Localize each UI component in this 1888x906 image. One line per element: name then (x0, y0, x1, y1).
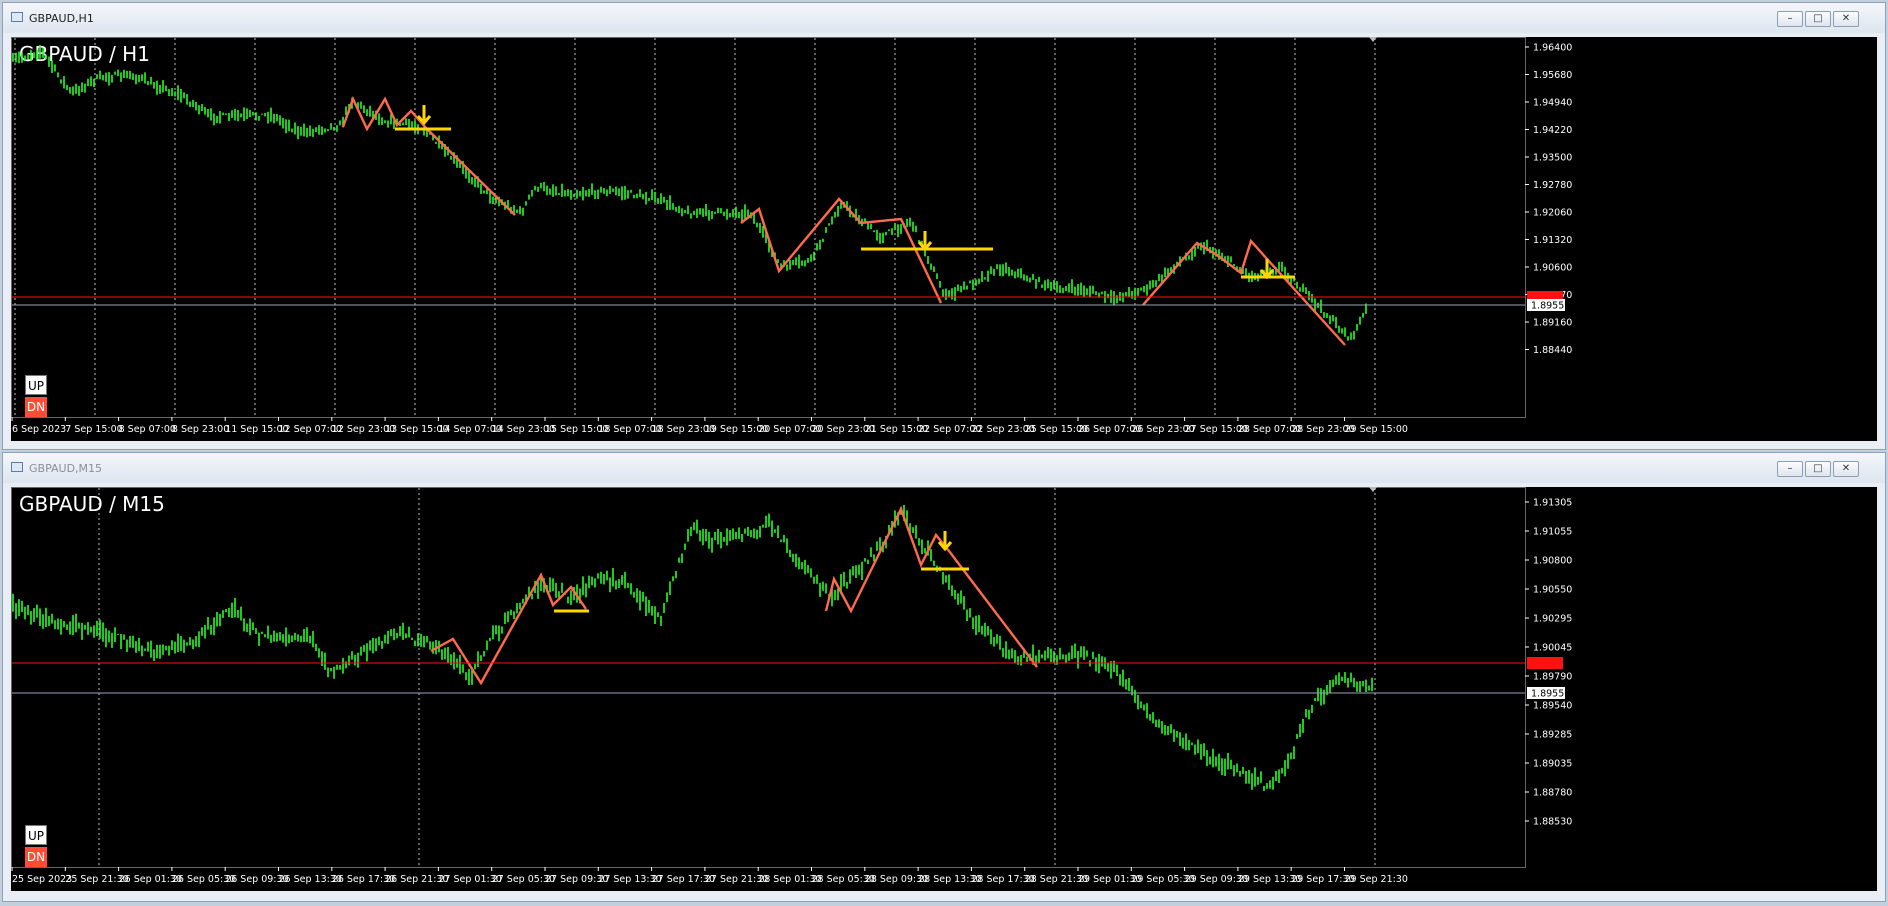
price-chart[interactable]: GBPAUD / H1 1.96400 1.95680 1.94940 1.94220… (11, 37, 1877, 441)
price-tick-label: 1.91320 (1533, 235, 1572, 246)
chart-canvas: GBPAUD / H1 1.96400 1.95680 1.94940 1.94220… (11, 37, 1572, 435)
close-button[interactable]: ✕ (1833, 461, 1859, 477)
chart-window-icon (11, 462, 23, 472)
zigzag-line (1142, 238, 1346, 346)
price-tick-label: 1.92780 (1533, 180, 1572, 191)
price-tick-label: 1.91305 (1533, 498, 1572, 509)
price-tick-label: 1.94940 (1533, 98, 1572, 109)
price-tick-label: 1.96400 (1533, 43, 1572, 54)
price-tick-label: 1.89160 (1533, 318, 1572, 329)
price-tick-label: 1.88780 (1533, 788, 1572, 799)
chart-canvas: GBPAUD / M15 1.91305 1.91055 1.90800 1.9055… (11, 487, 1572, 885)
maximize-button[interactable]: □ (1805, 461, 1831, 477)
time-tick-label: 7 Sep 15:00 (65, 424, 122, 435)
plot-frame (11, 487, 1526, 868)
chart-shift-marker (1369, 487, 1377, 492)
price-tick-label: 1.92060 (1533, 208, 1572, 219)
maximize-button[interactable]: □ (1805, 11, 1831, 27)
up-button[interactable]: UP (25, 825, 47, 845)
price-tick-label: 1.89285 (1533, 730, 1572, 741)
time-tick-label: 8 Sep 07:00 (119, 424, 176, 435)
sell-arrow-icon (1259, 259, 1275, 280)
price-tick-label: 1.90550 (1533, 585, 1572, 596)
price-tick-label: 1.94220 (1533, 125, 1572, 136)
bid-price-label: 1.89559 (1531, 689, 1570, 700)
minimize-button[interactable]: – (1777, 11, 1803, 27)
symbol-label: GBPAUD / H1 (19, 42, 150, 66)
price-tick-label: 1.88530 (1533, 817, 1572, 828)
price-tick-label: 1.90045 (1533, 643, 1572, 654)
time-tick-label: 6 Sep 2023 (12, 424, 66, 435)
chart-window-h1: GBPAUD,H1 – □ ✕ GBPAUD / H1 1.96400 1.956… (2, 2, 1886, 450)
symbol-label: GBPAUD / M15 (19, 492, 165, 516)
price-tick-label: 1.93500 (1533, 153, 1572, 164)
candle-series (12, 505, 1373, 792)
chart-window-icon (11, 12, 23, 22)
red-price-marker (1527, 657, 1563, 669)
window-title: GBPAUD,H1 (29, 12, 94, 25)
sell-arrow-icon (917, 231, 933, 252)
price-tick-label: 1.89790 (1533, 672, 1572, 683)
chart-shift-marker (1369, 37, 1377, 42)
up-button[interactable]: UP (25, 375, 47, 395)
price-chart[interactable]: GBPAUD / M15 1.91305 1.91055 1.90800 1.9055… (11, 487, 1877, 891)
price-tick-label: 1.90800 (1533, 556, 1572, 567)
close-button[interactable]: ✕ (1833, 11, 1859, 27)
time-tick-label: 29 Sep 15:00 (1345, 424, 1408, 435)
time-tick-label: 29 Sep 21:30 (1345, 874, 1408, 885)
dn-button[interactable]: DN (25, 847, 47, 867)
candle-series (12, 44, 1367, 341)
price-tick-label: 1.95680 (1533, 70, 1572, 81)
window-titlebar[interactable]: GBPAUD,M15 – □ ✕ (3, 453, 1885, 483)
chart-window-m15: GBPAUD,M15 – □ ✕ GBPAUD / M15 1.91305 1.9… (2, 452, 1886, 902)
zigzag-line (740, 197, 943, 304)
window-titlebar[interactable]: GBPAUD,H1 – □ ✕ (3, 3, 1885, 33)
minimize-button[interactable]: – (1777, 461, 1803, 477)
dn-button[interactable]: DN (25, 397, 47, 417)
price-tick-label: 1.91055 (1533, 527, 1572, 538)
plot-frame (11, 37, 1526, 418)
window-title: GBPAUD,M15 (29, 462, 103, 475)
price-tick-label: 1.90600 (1533, 263, 1572, 274)
price-tick-label: 1.90295 (1533, 614, 1572, 625)
time-tick-label: 8 Sep 23:00 (172, 424, 229, 435)
price-tick-label: 1.89540 (1533, 701, 1572, 712)
time-tick-label: 25 Sep 2023 (12, 874, 72, 885)
price-tick-label: 1.88440 (1533, 345, 1572, 356)
sell-arrow-icon (416, 105, 432, 126)
price-tick-label: 1.89035 (1533, 759, 1572, 770)
bid-price-label: 1.89559 (1531, 301, 1570, 312)
